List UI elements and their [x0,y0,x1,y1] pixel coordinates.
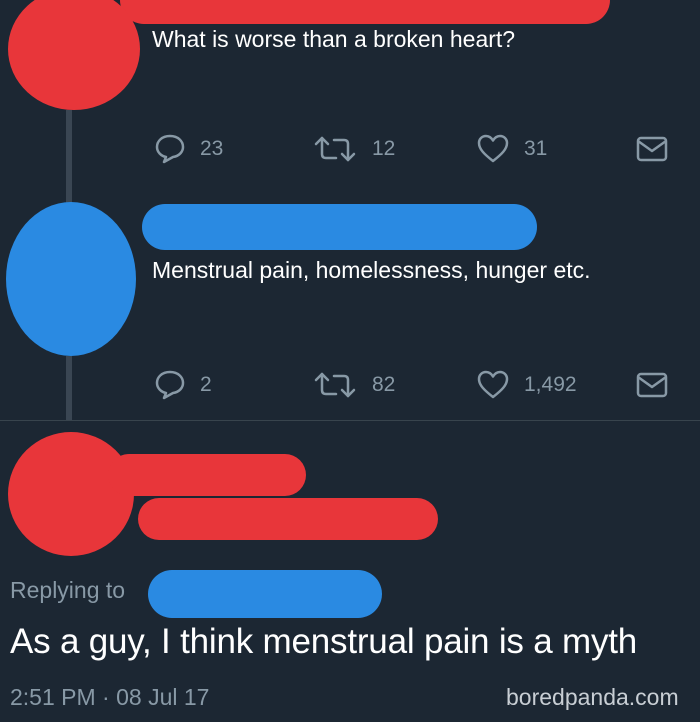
watermark: boredpanda.com [506,684,679,710]
section-divider [0,420,700,421]
replying-to-line: Replying to [10,577,125,604]
direct-message-button[interactable] [636,372,668,398]
direct-message-button[interactable] [636,136,668,162]
retweet-count: 12 [372,137,396,160]
reply-icon [155,370,185,400]
like-button[interactable]: 31 [476,134,547,164]
like-icon [477,134,509,163]
retweet-icon [314,372,356,398]
reply-count: 2 [200,373,212,396]
like-button[interactable]: 1,492 [476,370,577,400]
main-tweet-text: As a guy, I think menstrual pain is a my… [10,622,638,661]
like-icon [477,370,509,399]
retweet-icon [314,136,356,162]
retweet-button[interactable]: 82 [312,370,395,400]
reply-button[interactable]: 2 [154,370,212,400]
tweet-text: What is worse than a broken heart? [152,26,516,52]
retweet-button[interactable]: 12 [312,134,395,164]
redacted-display-name [108,454,306,496]
redacted-display-name [120,0,610,24]
reply-button[interactable]: 23 [154,134,223,164]
redacted-reply-handle[interactable] [148,570,382,618]
thread-line [66,110,72,208]
reply-count: 23 [200,137,224,160]
avatar[interactable] [6,202,136,356]
tweet-text: Menstrual pain, homelessness, hunger etc… [152,257,591,283]
thread-line [66,356,72,420]
replying-to-label: Replying to [10,577,126,603]
like-count: 1,492 [524,373,577,396]
redacted-display-name [142,204,537,250]
redacted-username [138,498,438,540]
like-count: 31 [524,137,548,160]
reply-icon [155,134,185,164]
tweet-timestamp: 2:51 PM · 08 Jul 17 [10,684,210,710]
avatar[interactable] [8,0,140,110]
avatar[interactable] [8,432,134,556]
message-icon [636,372,668,398]
message-icon [636,136,668,162]
retweet-count: 82 [372,373,396,396]
